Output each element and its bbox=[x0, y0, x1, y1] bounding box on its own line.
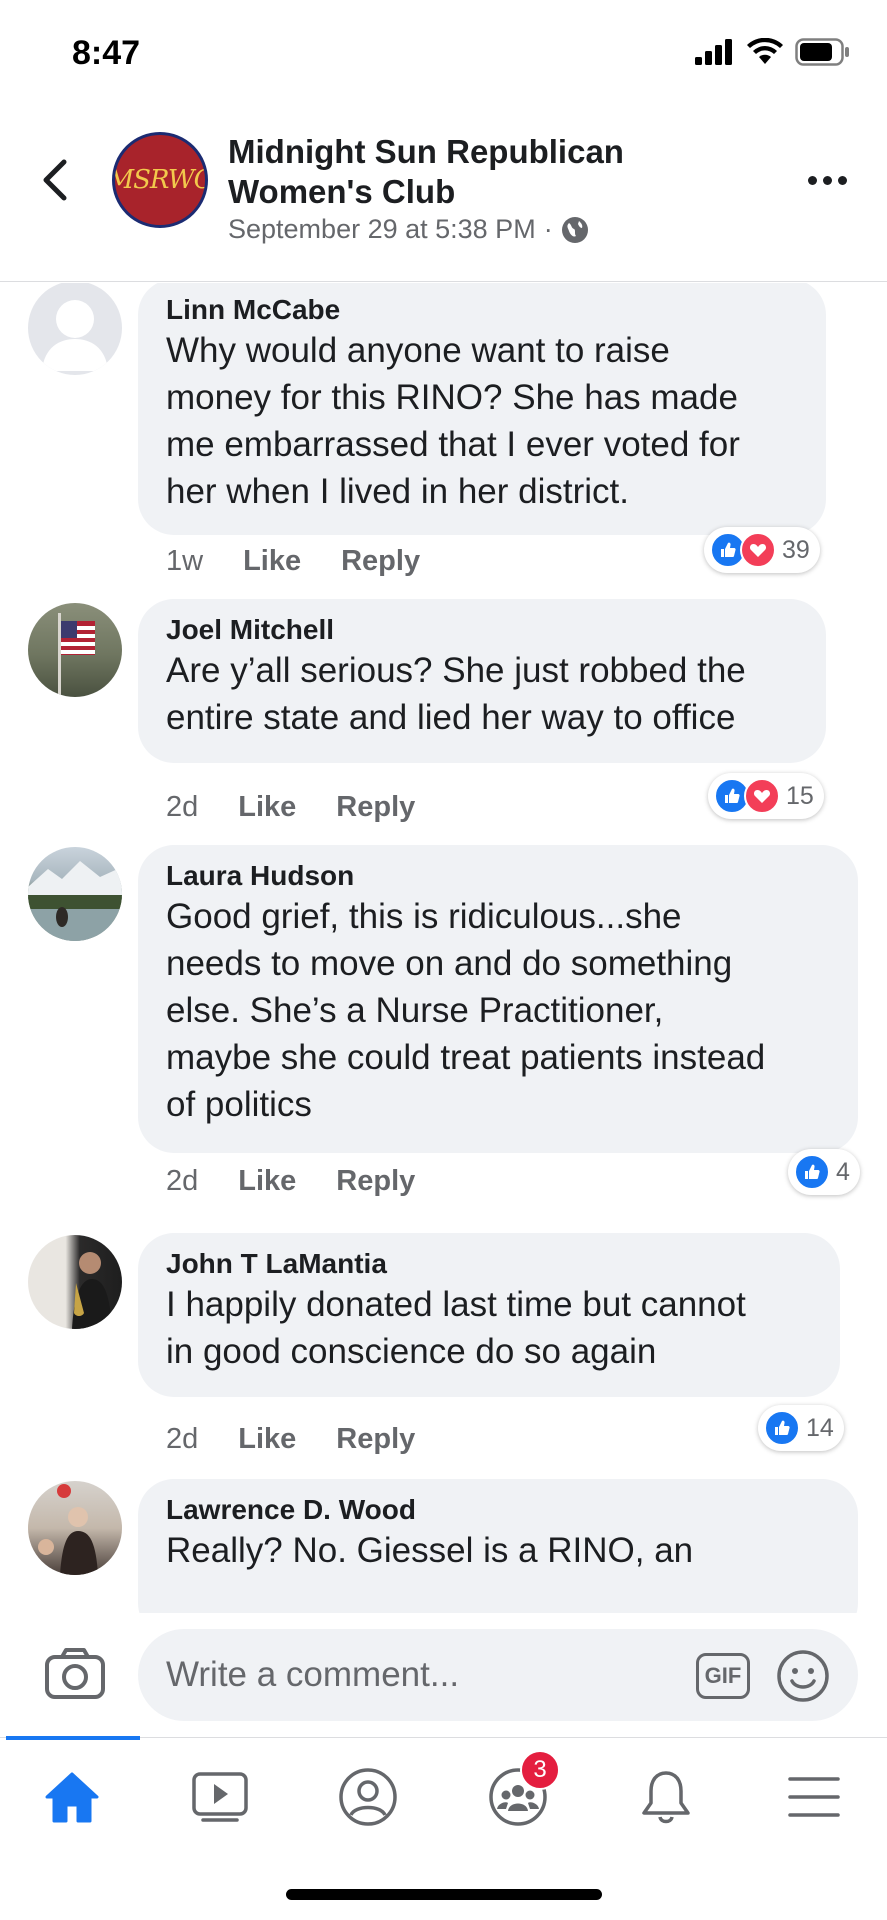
page-avatar-logo: MSRWC bbox=[112, 165, 208, 195]
commenter-avatar[interactable] bbox=[28, 1481, 122, 1575]
like-link[interactable]: Like bbox=[238, 1423, 296, 1456]
comment-author[interactable]: Laura Hudson bbox=[166, 859, 830, 893]
active-tab-indicator bbox=[6, 1736, 140, 1740]
more-dot-icon bbox=[837, 175, 847, 185]
tab-menu[interactable] bbox=[774, 1760, 854, 1834]
groups-badge: 3 bbox=[520, 1750, 560, 1790]
reply-link[interactable]: Reply bbox=[336, 791, 415, 824]
reaction-count: 39 bbox=[782, 535, 810, 564]
gif-button[interactable]: GIF bbox=[696, 1653, 750, 1699]
comment-age: 1w bbox=[166, 545, 204, 577]
comment-text: I happily donated last time but cannot i… bbox=[166, 1285, 746, 1371]
commenter-avatar[interactable] bbox=[28, 1235, 122, 1329]
more-dot-icon bbox=[807, 175, 817, 185]
wifi-icon bbox=[747, 38, 783, 64]
comments-list: Linn McCabe Why would anyone want to rai… bbox=[0, 283, 887, 1613]
video-icon bbox=[192, 1772, 248, 1822]
comment-age: 2d bbox=[166, 791, 199, 823]
comment-input[interactable]: Write a comment... GIF bbox=[138, 1629, 858, 1721]
status-time: 8:47 bbox=[72, 34, 141, 72]
reaction-summary[interactable]: 39 bbox=[704, 527, 820, 573]
tab-notifications[interactable] bbox=[626, 1760, 706, 1834]
musician-photo-icon bbox=[72, 1252, 112, 1329]
like-link[interactable]: Like bbox=[238, 791, 296, 824]
battery-icon bbox=[795, 38, 849, 66]
smiley-icon bbox=[777, 1650, 829, 1702]
emoji-button[interactable] bbox=[776, 1649, 830, 1703]
comment-author[interactable]: Joel Mitchell bbox=[166, 613, 798, 647]
like-reaction-icon bbox=[764, 1410, 800, 1446]
reaction-count: 4 bbox=[836, 1157, 850, 1186]
default-avatar-icon bbox=[42, 300, 108, 371]
camera-button[interactable] bbox=[44, 1647, 106, 1701]
home-indicator[interactable] bbox=[286, 1889, 602, 1900]
comment-author[interactable]: Linn McCabe bbox=[166, 293, 798, 327]
tab-watch[interactable] bbox=[180, 1760, 260, 1834]
group-photo-icon bbox=[38, 1484, 98, 1575]
back-button[interactable] bbox=[30, 150, 80, 210]
reaction-summary[interactable]: 14 bbox=[758, 1405, 844, 1451]
menu-icon bbox=[788, 1777, 840, 1817]
post-header: MSRWC Midnight Sun Republican Women's Cl… bbox=[0, 110, 887, 282]
comment-placeholder: Write a comment... bbox=[166, 1655, 460, 1694]
reply-link[interactable]: Reply bbox=[336, 1165, 415, 1198]
reaction-summary[interactable]: 15 bbox=[708, 773, 824, 819]
comment-composer: Write a comment... GIF bbox=[0, 1613, 887, 1737]
comment-bubble[interactable]: Lawrence D. Wood Really? No. Giessel is … bbox=[138, 1479, 858, 1613]
commenter-avatar[interactable] bbox=[28, 847, 122, 941]
comment-bubble[interactable]: Joel Mitchell Are y’all serious? She jus… bbox=[138, 599, 826, 763]
comment-age: 2d bbox=[166, 1423, 199, 1455]
signal-icon bbox=[695, 39, 732, 65]
comment-actions: 1w Like Reply bbox=[166, 545, 420, 578]
post-meta: September 29 at 5:38 PM · bbox=[228, 214, 589, 245]
comment-bubble[interactable]: John T LaMantia I happily donated last t… bbox=[138, 1233, 840, 1397]
landscape-photo-icon bbox=[28, 861, 122, 941]
comment-author[interactable]: John T LaMantia bbox=[166, 1247, 812, 1281]
more-dot-icon bbox=[822, 175, 832, 185]
love-reaction-icon bbox=[740, 532, 776, 568]
meta-separator: · bbox=[543, 214, 553, 244]
flag-photo-icon bbox=[58, 613, 95, 697]
comment-text: Good grief, this is ridiculous...she nee… bbox=[166, 897, 766, 1124]
comment-text: Really? No. Giessel is a RINO, an bbox=[166, 1531, 694, 1570]
reaction-count: 14 bbox=[806, 1413, 834, 1442]
comment-text: Are y’all serious? She just robbed the e… bbox=[166, 651, 746, 737]
profile-icon bbox=[339, 1768, 397, 1826]
like-link[interactable]: Like bbox=[238, 1165, 296, 1198]
commenter-avatar[interactable] bbox=[28, 283, 122, 375]
tab-profile[interactable] bbox=[328, 1760, 408, 1834]
reply-link[interactable]: Reply bbox=[336, 1423, 415, 1456]
reaction-count: 15 bbox=[786, 781, 814, 810]
comment-bubble[interactable]: Laura Hudson Good grief, this is ridicul… bbox=[138, 845, 858, 1153]
tab-home[interactable] bbox=[32, 1760, 112, 1834]
bell-icon bbox=[642, 1771, 690, 1824]
like-reaction-icon bbox=[794, 1154, 830, 1190]
chevron-left-icon bbox=[43, 159, 67, 201]
comment-text: Why would anyone want to raise money for… bbox=[166, 331, 740, 511]
camera-icon bbox=[45, 1648, 105, 1699]
like-link[interactable]: Like bbox=[243, 545, 301, 578]
comment-actions: 2d Like Reply bbox=[166, 791, 415, 824]
comment-bubble[interactable]: Linn McCabe Why would anyone want to rai… bbox=[138, 283, 826, 535]
status-icons bbox=[695, 38, 851, 66]
comment-actions: 2d Like Reply bbox=[166, 1165, 415, 1198]
home-icon bbox=[45, 1772, 99, 1823]
commenter-avatar[interactable] bbox=[28, 603, 122, 697]
comment-age: 2d bbox=[166, 1165, 199, 1197]
reaction-summary[interactable]: 4 bbox=[788, 1149, 860, 1195]
tab-groups[interactable]: 3 bbox=[478, 1750, 560, 1834]
more-options-button[interactable] bbox=[797, 160, 857, 200]
status-bar: 8:47 bbox=[0, 0, 887, 110]
comment-actions: 2d Like Reply bbox=[166, 1423, 415, 1456]
love-reaction-icon bbox=[744, 778, 780, 814]
page-avatar[interactable]: MSRWC bbox=[112, 132, 208, 228]
page-name[interactable]: Midnight Sun Republican Women's Club bbox=[228, 132, 728, 212]
reply-link[interactable]: Reply bbox=[341, 545, 420, 578]
globe-icon bbox=[561, 216, 588, 243]
comment-author[interactable]: Lawrence D. Wood bbox=[166, 1493, 830, 1527]
post-timestamp: September 29 at 5:38 PM bbox=[228, 214, 536, 244]
